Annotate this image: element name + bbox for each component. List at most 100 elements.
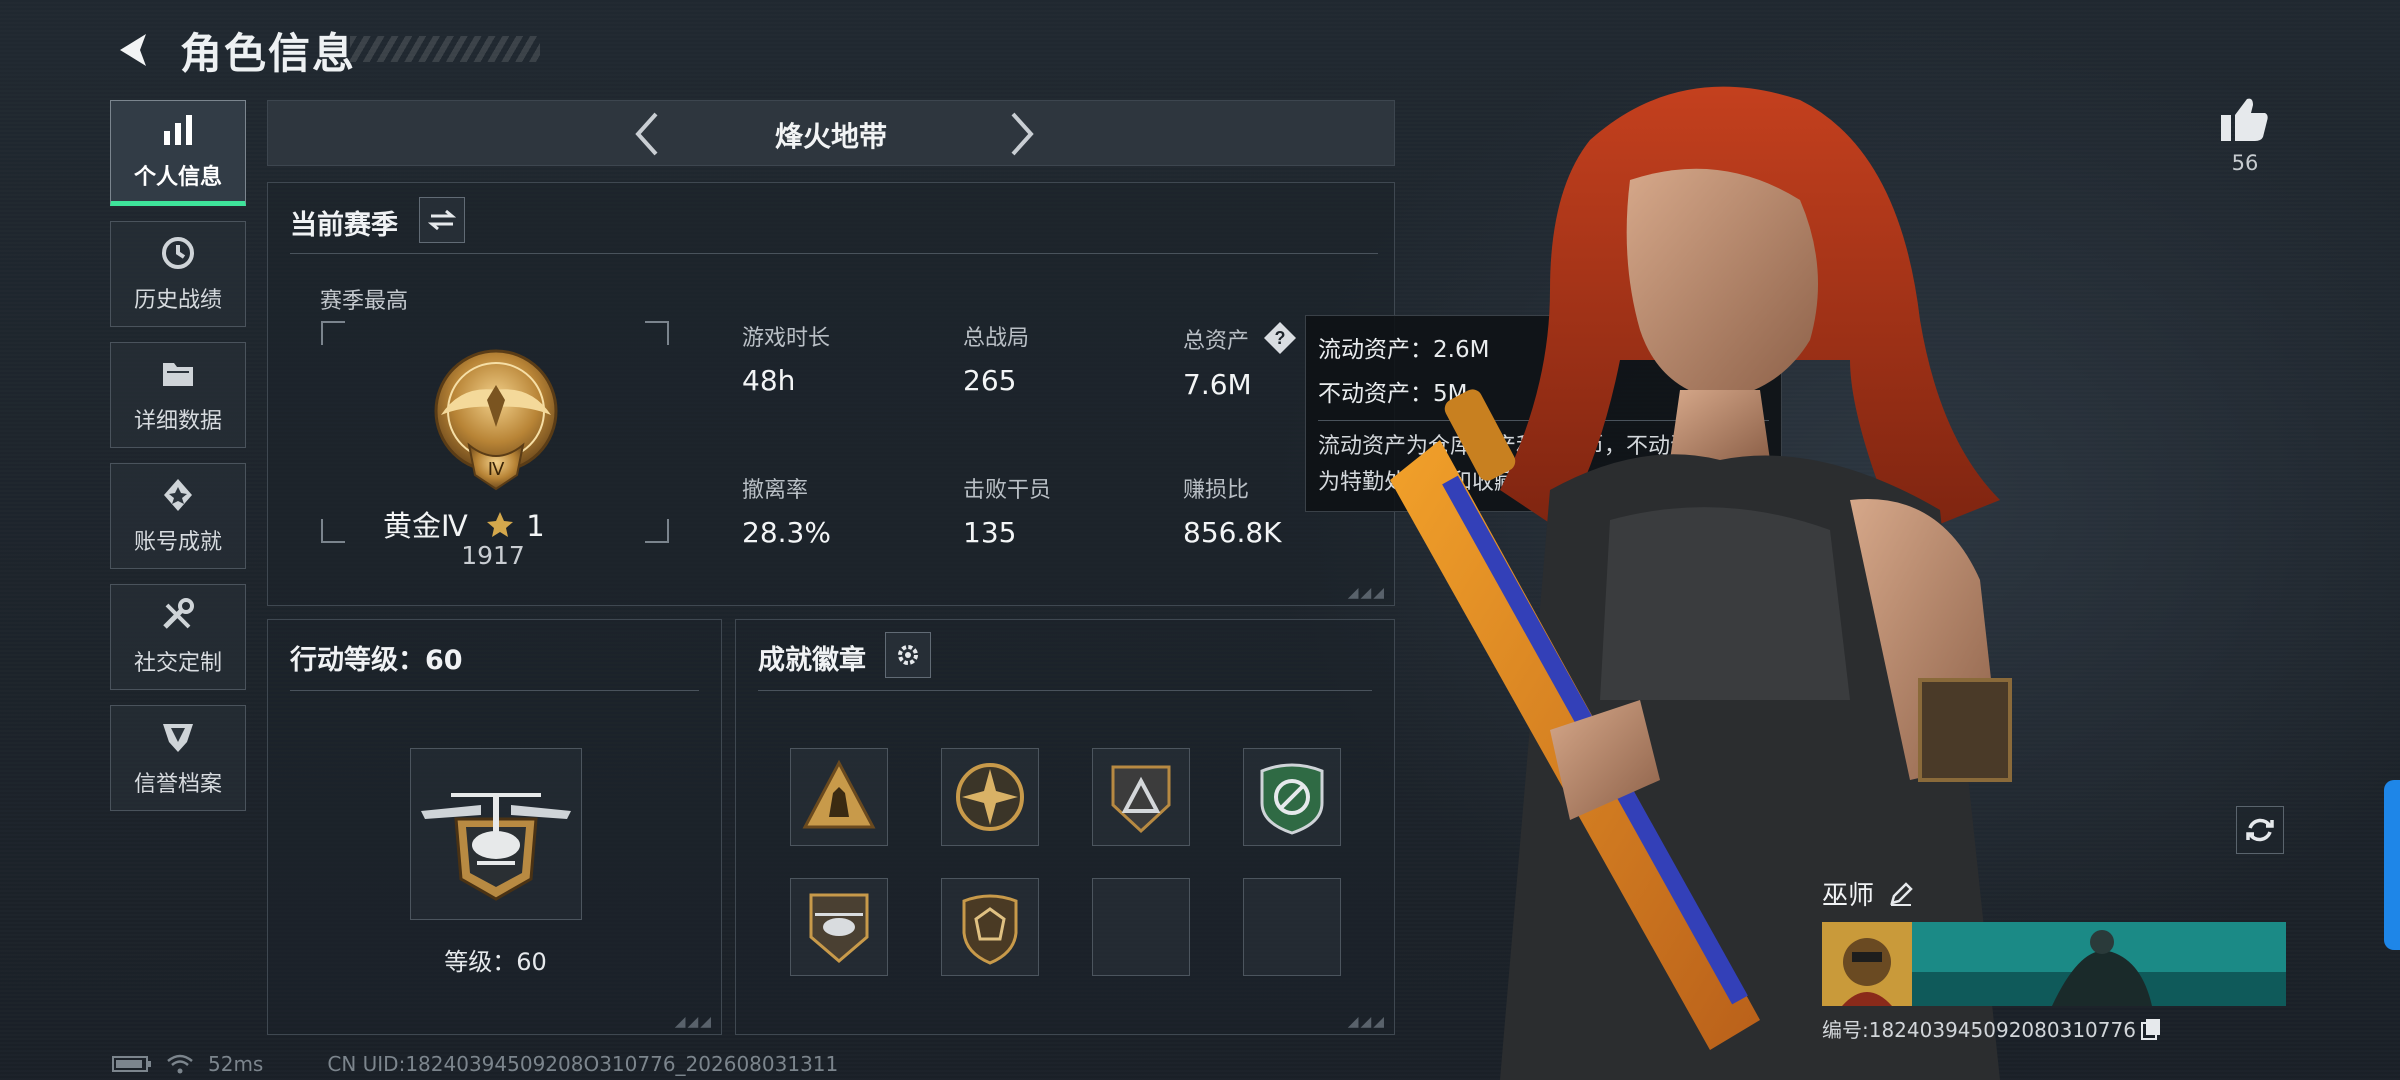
- stat-label: 总战局: [963, 326, 1030, 351]
- edit-pencil-icon[interactable]: [1888, 881, 1914, 907]
- helicopter-badge-icon: [809, 893, 869, 963]
- player-id: 编号:182403945092080310776: [1822, 1018, 2136, 1042]
- stat-label: 游戏时长: [742, 326, 831, 351]
- battery-icon: [112, 1056, 151, 1072]
- hexagon-gem-badge-icon: [962, 894, 1018, 965]
- triangle-shield-badge-icon: [1111, 765, 1171, 834]
- sidebar-item-label: 详细数据: [133, 409, 222, 434]
- title-decoration: [350, 36, 540, 62]
- level-title: 行动等级：60: [290, 645, 463, 676]
- sidebar-item-details[interactable]: 详细数据: [110, 342, 246, 448]
- copy-icon[interactable]: [2140, 1017, 2162, 1041]
- triangle-soldiers-badge-icon: [802, 759, 876, 829]
- rank-star-icon: [486, 512, 513, 537]
- tools-icon: [163, 598, 194, 629]
- player-banner[interactable]: [1822, 922, 2286, 1006]
- achievement-icon: [164, 479, 192, 511]
- history-clock-icon: [162, 237, 194, 269]
- level-emblem-frame: [410, 748, 582, 920]
- level-text: 等级：60: [444, 948, 547, 976]
- sidebar-item-label: 社交定制: [133, 651, 222, 676]
- back-button[interactable]: [108, 24, 160, 76]
- star-compass-badge-icon: [956, 763, 1024, 831]
- season-switch-button[interactable]: [419, 197, 465, 243]
- status-footer: 52ms CN UID:18240394509208O310776_202608…: [112, 1052, 838, 1076]
- ping-value: 52ms: [208, 1052, 264, 1076]
- rank-name-row: 黄金Ⅳ 1: [383, 503, 545, 545]
- sidebar-item-social[interactable]: 社交定制: [110, 584, 246, 690]
- swap-icon: [428, 209, 456, 231]
- stat-extraction-rate: 撤离率 28.3%: [742, 472, 831, 549]
- stat-label: 总资产 ?: [1183, 320, 1298, 356]
- action-level-panel: 行动等级：60 等级：60 ◢◢◢: [267, 619, 722, 1035]
- divider: [290, 253, 1378, 254]
- green-crest-badge-icon: [1260, 763, 1324, 835]
- sidebar-item-label: 信誉档案: [133, 772, 222, 797]
- refresh-button[interactable]: [2236, 806, 2284, 854]
- season-panel: 当前赛季 赛季最高 Ⅳ 黄金Ⅳ 1 1917 游戏时长 48h 总战局 265 …: [267, 182, 1395, 606]
- sidebar-item-history[interactable]: 历史战绩: [110, 221, 246, 327]
- help-icon[interactable]: ?: [1262, 320, 1298, 356]
- like-count: 56: [2231, 151, 2259, 175]
- corner-decoration: ◢◢◢: [674, 1014, 713, 1030]
- achievement-badges-panel: 成就徽章 ◢◢◢: [735, 619, 1395, 1035]
- uid-text: CN UID:18240394509208O310776_20260803131…: [327, 1052, 839, 1076]
- chevron-right-icon: [1011, 112, 1034, 156]
- stat-value: 28.3%: [742, 516, 831, 549]
- like-button[interactable]: 56: [2210, 95, 2280, 175]
- wifi-icon: [167, 1054, 193, 1074]
- sidebar-item-label: 历史战绩: [133, 288, 222, 313]
- divider: [758, 690, 1372, 691]
- achievements-title: 成就徽章: [758, 645, 866, 676]
- sidebar: 个人信息 历史战绩 详细数据 账号成就 社交定制 信誉档案: [110, 100, 250, 826]
- stat-value: 265: [963, 364, 1017, 397]
- achievements-settings-button[interactable]: [885, 632, 931, 678]
- refresh-icon: [2246, 818, 2274, 842]
- achievement-badge[interactable]: [790, 878, 888, 976]
- reputation-shield-icon: [163, 724, 193, 752]
- achievement-badge[interactable]: [941, 748, 1039, 846]
- bar-chart-icon: [164, 115, 192, 145]
- stat-operators-defeated: 击败干员 135: [963, 472, 1051, 549]
- season-title: 当前赛季: [290, 210, 398, 241]
- gold-rank-emblem-icon: Ⅳ: [434, 349, 558, 491]
- back-arrow-icon: [120, 34, 146, 66]
- svg-text:?: ?: [1275, 328, 1286, 348]
- stat-playtime: 游戏时长 48h: [742, 320, 830, 397]
- stat-value: 135: [963, 516, 1017, 549]
- stat-label-text: 总资产: [1183, 329, 1250, 354]
- avatar-image: [1822, 922, 1912, 1006]
- season-best-label: 赛季最高: [320, 289, 409, 314]
- stat-value: 48h: [742, 364, 796, 397]
- stat-total-matches: 总战局 265: [963, 320, 1029, 397]
- thumbs-up-icon: [2221, 98, 2268, 141]
- achievement-badge[interactable]: [941, 878, 1039, 976]
- mode-title: 烽火地带: [774, 120, 887, 153]
- mode-next-button[interactable]: [995, 107, 1049, 161]
- stat-label: 赚损比: [1183, 478, 1250, 503]
- sidebar-item-reputation[interactable]: 信誉档案: [110, 705, 246, 811]
- gear-icon: [898, 645, 918, 665]
- rank-stars: 1: [526, 509, 545, 543]
- achievement-badge[interactable]: [1092, 748, 1190, 846]
- rank-score: 1917: [461, 541, 525, 570]
- sidebar-item-achievements[interactable]: 账号成就: [110, 463, 246, 569]
- achievement-badge[interactable]: [1243, 748, 1341, 846]
- side-drawer-tab[interactable]: [2384, 780, 2400, 950]
- achievement-badge[interactable]: [790, 748, 888, 846]
- player-name-card: 巫师 编号:182403945092080310776: [1822, 875, 2286, 1043]
- stat-total-assets: 总资产 ? 7.6M: [1183, 320, 1298, 401]
- banner-image: [1912, 922, 2286, 1006]
- helicopter-emblem-icon: [421, 793, 571, 901]
- stat-value: 856.8K: [1183, 516, 1282, 549]
- mode-switcher: 烽火地带: [267, 100, 1395, 166]
- folder-icon: [163, 363, 193, 386]
- achievement-badge-empty[interactable]: [1092, 878, 1190, 976]
- sidebar-item-personal-info[interactable]: 个人信息: [110, 100, 246, 206]
- stat-profit-loss-ratio: 赚损比 856.8K: [1183, 472, 1282, 549]
- sidebar-item-label: 账号成就: [133, 530, 222, 555]
- rank-badge-numeral: Ⅳ: [488, 459, 505, 479]
- stat-label: 击败干员: [963, 478, 1052, 503]
- page-title: 角色信息: [180, 29, 357, 78]
- achievement-badge-empty[interactable]: [1243, 878, 1341, 976]
